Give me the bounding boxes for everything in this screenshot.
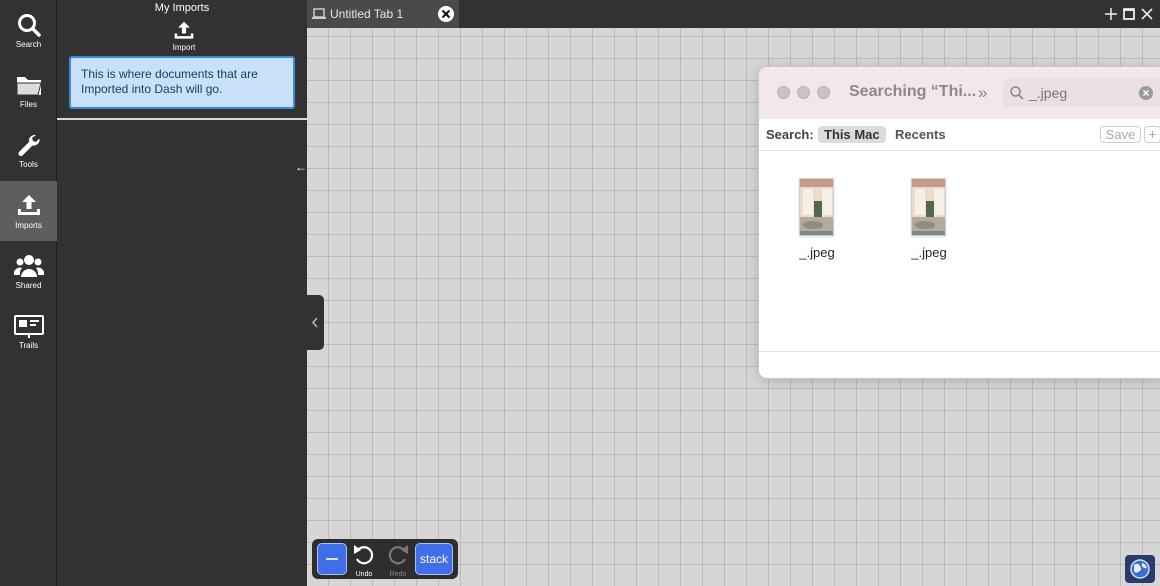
save-search-button[interactable]: Save bbox=[1100, 126, 1141, 143]
file-item[interactable]: _.jpeg bbox=[889, 175, 969, 265]
tab-untitled-1[interactable]: Untitled Tab 1 bbox=[307, 0, 459, 28]
collapse-panel-button[interactable] bbox=[307, 295, 324, 350]
rail-item-trails[interactable]: Trails bbox=[0, 301, 57, 361]
close-icon bbox=[1141, 8, 1153, 20]
wrench-icon bbox=[17, 134, 40, 156]
presentation-icon bbox=[13, 315, 44, 338]
finder-title: Searching “Thi... bbox=[849, 83, 977, 100]
image-thumbnail bbox=[911, 178, 946, 236]
minimize-window-dot[interactable] bbox=[797, 86, 810, 99]
zoom-window-dot[interactable] bbox=[817, 86, 830, 99]
imports-panel: My Imports Import This is where document… bbox=[57, 0, 307, 586]
finder-search-field[interactable] bbox=[1003, 79, 1160, 107]
undo-icon bbox=[354, 545, 374, 565]
file-name: _.jpeg bbox=[799, 245, 835, 260]
globe-icon bbox=[1130, 559, 1150, 579]
file-item[interactable]: _.jpeg bbox=[777, 175, 857, 265]
rail-label-trails: Trails bbox=[18, 341, 39, 350]
minus-icon bbox=[326, 558, 338, 560]
rail-label-shared: Shared bbox=[15, 281, 42, 290]
tab-title: Untitled Tab 1 bbox=[330, 7, 404, 21]
chevron-double-right-icon[interactable]: » bbox=[978, 83, 987, 103]
redo-label: Redo bbox=[389, 571, 407, 578]
add-criteria-button[interactable]: + bbox=[1144, 126, 1160, 143]
laptop-icon bbox=[312, 8, 326, 19]
rail-label-search: Search bbox=[15, 40, 42, 49]
panel-divider bbox=[57, 118, 307, 120]
upload-icon bbox=[17, 195, 40, 215]
close-window-button[interactable] bbox=[1139, 6, 1155, 22]
rail-item-imports[interactable]: Imports bbox=[0, 181, 57, 241]
imports-info-message: This is where documents that are Importe… bbox=[69, 56, 295, 109]
finder-window: Searching “Thi... » Search: This Mac Rec… bbox=[758, 66, 1160, 379]
new-tab-button[interactable] bbox=[1103, 6, 1119, 22]
finder-search-input[interactable] bbox=[1029, 84, 1134, 102]
import-button[interactable]: Import bbox=[169, 20, 199, 54]
folder-icon bbox=[16, 77, 42, 96]
finder-titlebar: Searching “Thi... » bbox=[759, 67, 1160, 119]
file-name: _.jpeg bbox=[911, 245, 947, 260]
search-icon bbox=[17, 14, 41, 37]
search-icon bbox=[1010, 86, 1024, 100]
rail-label-files: Files bbox=[20, 100, 37, 109]
close-window-dot[interactable] bbox=[777, 86, 790, 99]
upload-icon bbox=[174, 21, 194, 39]
image-thumbnail bbox=[799, 178, 834, 236]
ink-tool-button[interactable] bbox=[317, 543, 347, 575]
rail-item-files[interactable]: Files bbox=[0, 60, 57, 120]
finder-divider bbox=[759, 351, 1160, 352]
panel-resize-handle[interactable]: ← bbox=[295, 160, 307, 174]
undo-button[interactable]: Undo bbox=[350, 542, 378, 578]
users-icon bbox=[13, 255, 44, 277]
panel-title: My Imports bbox=[154, 2, 210, 14]
rail-item-tools[interactable]: Tools bbox=[0, 120, 57, 180]
scope-this-mac[interactable]: This Mac bbox=[818, 126, 886, 143]
redo-icon bbox=[388, 545, 408, 565]
plus-icon bbox=[1105, 8, 1117, 20]
scope-label: Search: bbox=[766, 127, 814, 142]
stack-view-button[interactable]: stack bbox=[415, 543, 453, 575]
globe-button[interactable] bbox=[1125, 555, 1155, 583]
rail-item-shared[interactable]: Shared bbox=[0, 241, 57, 301]
rail-label-tools: Tools bbox=[19, 160, 38, 169]
tab-close-button[interactable] bbox=[438, 6, 454, 22]
maximize-button[interactable] bbox=[1121, 6, 1137, 22]
undo-label: Undo bbox=[355, 571, 373, 578]
close-icon bbox=[1142, 89, 1150, 97]
bottom-toolbar: Undo Redo stack bbox=[312, 539, 458, 579]
scope-recents[interactable]: Recents bbox=[889, 126, 952, 143]
redo-button[interactable]: Redo bbox=[384, 542, 412, 578]
left-rail: Search Files Tools Imports Shared Trails bbox=[0, 0, 57, 586]
tab-bar: Untitled Tab 1 bbox=[307, 0, 1160, 28]
maximize-icon bbox=[1123, 8, 1135, 20]
search-scope-bar: Search: This Mac Recents Save + bbox=[759, 119, 1160, 151]
chevron-left-icon bbox=[311, 317, 318, 328]
clear-search-button[interactable] bbox=[1139, 86, 1153, 100]
rail-label-imports: Imports bbox=[15, 221, 42, 230]
close-icon bbox=[441, 9, 451, 19]
import-button-label: Import bbox=[172, 43, 196, 52]
rail-item-search[interactable]: Search bbox=[0, 0, 57, 60]
